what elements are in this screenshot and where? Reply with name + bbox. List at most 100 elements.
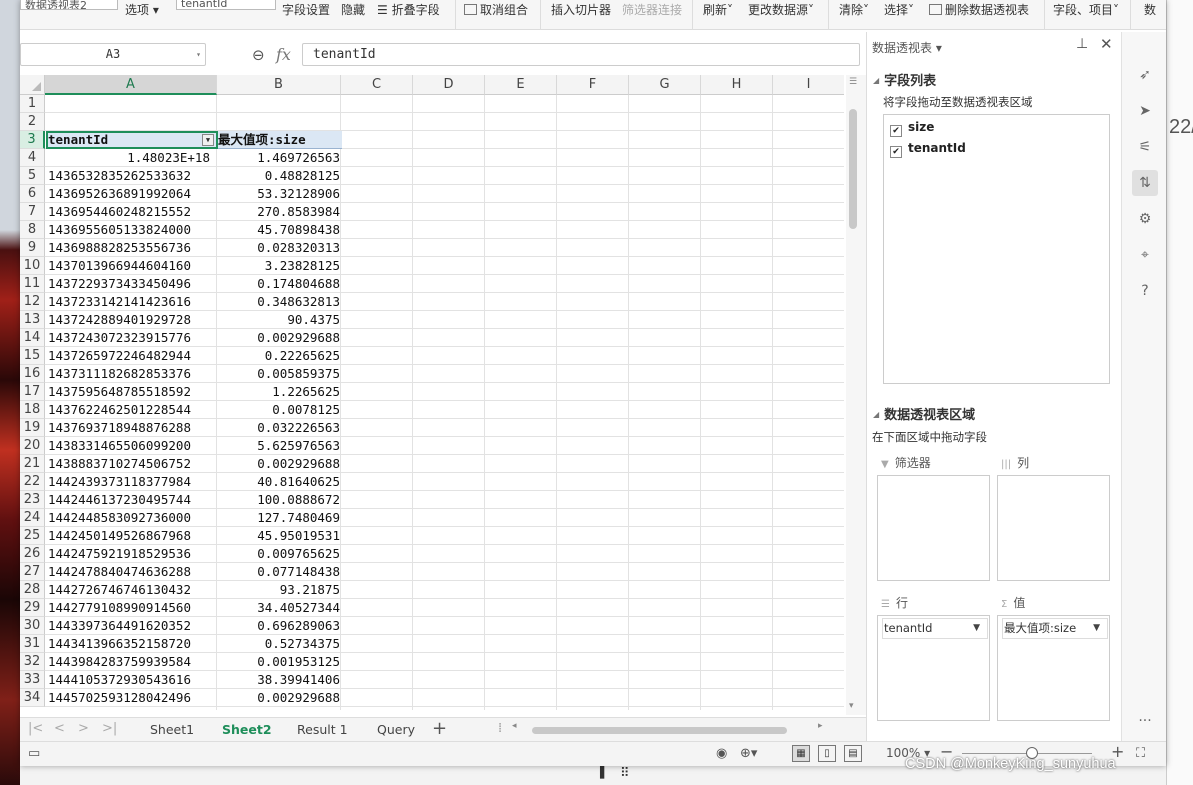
row-header[interactable]: 24: [20, 509, 45, 527]
cell-max-size[interactable]: 3.23828125: [218, 257, 342, 275]
settings-sliders-icon[interactable]: ⚟: [1132, 134, 1158, 160]
image-settings-icon[interactable]: ⚙: [1132, 206, 1158, 232]
add-sheet-icon[interactable]: +: [432, 718, 447, 739]
pivot-header-tenantid[interactable]: tenantId ▼: [46, 131, 218, 149]
select-all-corner[interactable]: [20, 75, 45, 95]
row-header[interactable]: 29: [20, 599, 45, 617]
row-header[interactable]: 31: [20, 635, 45, 653]
field-list-section[interactable]: ◢ 字段列表: [873, 70, 936, 89]
cell-max-size[interactable]: 0.002929688: [218, 455, 342, 473]
row-header[interactable]: 12: [20, 293, 45, 311]
cell-tenantid[interactable]: 1445702593128042496: [46, 689, 218, 707]
cell-max-size[interactable]: 127.7480469: [218, 509, 342, 527]
row-header[interactable]: 26: [20, 545, 45, 563]
scroll-right-icon[interactable]: ▸: [818, 721, 823, 731]
row-header[interactable]: 14: [20, 329, 45, 347]
cell-max-size[interactable]: 0.0078125: [218, 401, 342, 419]
row-header[interactable]: 21: [20, 455, 45, 473]
location-icon[interactable]: ⌖: [1132, 242, 1158, 268]
scroll-thumb[interactable]: [849, 109, 857, 229]
formula-input[interactable]: tenantId: [302, 43, 860, 66]
change-source-button[interactable]: 更改数据源˅: [748, 1, 814, 18]
checkbox-checked-icon[interactable]: ✔: [890, 125, 902, 137]
cell-max-size[interactable]: 0.348632813: [218, 293, 342, 311]
page-layout-icon[interactable]: ▯: [818, 745, 836, 762]
field-items-button[interactable]: 字段、项目˅: [1053, 1, 1119, 18]
next-sheet-icon[interactable]: >: [78, 721, 89, 736]
cell-tenantid[interactable]: 1437243072323915776: [46, 329, 218, 347]
column-header[interactable]: C: [341, 75, 413, 95]
filter-connections-button[interactable]: 筛选器连接: [622, 1, 682, 18]
cell-max-size[interactable]: 38.39941406: [218, 671, 342, 689]
fx-icon[interactable]: fx: [276, 45, 291, 64]
tab-splitter-icon[interactable]: ⁞: [498, 721, 502, 736]
cell-tenantid[interactable]: [46, 113, 218, 131]
field-item-tenantid[interactable]: ✔ tenantId: [890, 141, 966, 158]
pivot-pane-title[interactable]: 数据透视表 ▾: [872, 39, 942, 56]
row-header[interactable]: 8: [20, 221, 45, 239]
eye-protection-icon[interactable]: ◉: [716, 746, 727, 761]
cell-max-size[interactable]: 0.001953125: [218, 653, 342, 671]
tab-result-1[interactable]: Result 1: [297, 722, 348, 737]
cell-tenantid[interactable]: 1442439373118377984: [46, 473, 218, 491]
ribbon-cut-label[interactable]: 数: [1144, 1, 1156, 18]
row-header[interactable]: 1: [20, 95, 45, 113]
help-icon[interactable]: ?: [1132, 278, 1158, 304]
scroll-left-icon[interactable]: ◂: [512, 721, 517, 731]
column-header[interactable]: H: [701, 75, 773, 95]
horizontal-scroll-thumb[interactable]: [532, 727, 787, 734]
cell-max-size[interactable]: 40.81640625: [218, 473, 342, 491]
cell-tenantid[interactable]: 1436955605133824000: [46, 221, 218, 239]
row-header[interactable]: 16: [20, 365, 45, 383]
cell-max-size[interactable]: 0.52734375: [218, 635, 342, 653]
insert-slicer-button[interactable]: 插入切片器: [551, 1, 611, 18]
cell-max-size[interactable]: 93.21875: [218, 581, 342, 599]
row-header[interactable]: 5: [20, 167, 45, 185]
row-header[interactable]: 19: [20, 419, 45, 437]
cell-tenantid[interactable]: 1443397364491620352: [46, 617, 218, 635]
more-icon[interactable]: ···: [1132, 708, 1158, 734]
column-drop-zone[interactable]: [997, 475, 1110, 581]
page-break-icon[interactable]: ▤: [844, 745, 862, 762]
filter-drop-zone[interactable]: [877, 475, 990, 581]
field-settings-button[interactable]: 字段设置: [282, 1, 330, 18]
cell-tenantid[interactable]: 1444105372930543616: [46, 671, 218, 689]
cell-max-size[interactable]: 0.002929688: [218, 329, 342, 347]
row-header[interactable]: 28: [20, 581, 45, 599]
collapse-field-button[interactable]: ☰ 折叠字段: [377, 1, 440, 18]
vertical-scrollbar[interactable]: ☰ ▾: [846, 75, 866, 715]
row-header[interactable]: 20: [20, 437, 45, 455]
cell-tenantid[interactable]: 1436988828253556736: [46, 239, 218, 257]
cursor-icon[interactable]: ➤: [1132, 98, 1158, 124]
column-header[interactable]: E: [485, 75, 557, 95]
chevron-down-icon[interactable]: ▼: [1093, 619, 1100, 638]
cell-tenantid[interactable]: 1438883710274506752: [46, 455, 218, 473]
column-header[interactable]: A: [45, 75, 217, 95]
clear-button[interactable]: 清除˅: [839, 1, 869, 18]
prev-sheet-icon[interactable]: <: [54, 721, 65, 736]
pivot-name-box[interactable]: 数据透视表2: [20, 0, 118, 10]
filter-dropdown-icon[interactable]: ▼: [202, 134, 214, 146]
cell-tenantid[interactable]: 1442450149526867968: [46, 527, 218, 545]
chevron-down-icon[interactable]: ▼: [973, 619, 980, 638]
row-header[interactable]: 18: [20, 401, 45, 419]
scroll-down-icon[interactable]: ▾: [849, 701, 854, 711]
field-item-size[interactable]: ✔ size: [890, 120, 934, 137]
cell-tenantid[interactable]: 1437622462501228544: [46, 401, 218, 419]
refresh-button[interactable]: 刷新˅: [703, 1, 733, 18]
cell-max-size[interactable]: 45.95019531: [218, 527, 342, 545]
row-header[interactable]: 30: [20, 617, 45, 635]
select-button[interactable]: 选择˅: [884, 1, 914, 18]
row-drop-zone[interactable]: tenantId ▼: [877, 615, 990, 721]
worksheet-grid[interactable]: ABCDEFGHI 1 2 3 tenantId ▼ 最大值项:size 4 1.48023E…: [20, 75, 844, 710]
cell-tenantid[interactable]: 1437229373433450496: [46, 275, 218, 293]
delete-pivot-button[interactable]: 删除数据透视表: [929, 1, 1029, 18]
row-header[interactable]: 9: [20, 239, 45, 257]
cell-tenantid[interactable]: 1443984283759939584: [46, 653, 218, 671]
cell-tenantid[interactable]: 1437693718948876288: [46, 419, 218, 437]
pivot-header-max-size[interactable]: 最大值项:size: [218, 131, 342, 149]
row-header[interactable]: 2: [20, 113, 45, 131]
cell-max-size[interactable]: [218, 95, 342, 113]
column-header[interactable]: G: [629, 75, 701, 95]
rocket-icon[interactable]: ➶: [1132, 62, 1158, 88]
